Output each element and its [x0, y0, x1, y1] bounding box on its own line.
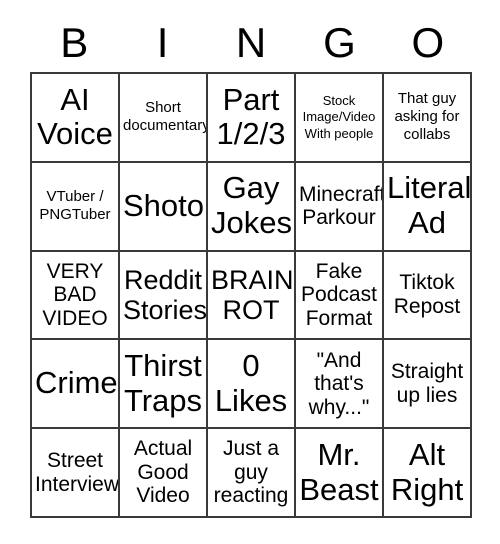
bingo-cell-label: BRAIN ROT: [211, 264, 294, 325]
bingo-cell-label: Tiktok Repost: [393, 271, 461, 318]
bingo-cell-label: Crime: [35, 365, 118, 401]
bingo-cell[interactable]: Tiktok Repost: [384, 251, 472, 341]
bingo-header-row: B I N G O: [30, 14, 472, 72]
bingo-header-letter-i: I: [156, 19, 169, 66]
bingo-cell-label: Thirst Traps: [123, 348, 203, 418]
bingo-header-letter-g: G: [323, 19, 356, 66]
bingo-cell-label: VTuber / PNGTuber: [39, 188, 111, 224]
bingo-cell[interactable]: That guy asking for collabs: [384, 74, 472, 163]
bingo-cell-label: Alt Right: [390, 436, 464, 507]
bingo-cell[interactable]: VTuber / PNGTuber: [32, 162, 120, 252]
bingo-header-letter-n: N: [235, 19, 267, 66]
bingo-cell[interactable]: Part 1/2/3: [208, 74, 296, 163]
bingo-cell-label: Reddit Stories: [123, 264, 208, 325]
bingo-cell[interactable]: Fake Podcast Format: [296, 251, 384, 341]
bingo-cell-label: AI Voice: [37, 81, 113, 152]
bingo-cell[interactable]: Short documentary: [120, 74, 208, 163]
bingo-cell[interactable]: Gay Jokes: [208, 162, 296, 252]
bingo-cell[interactable]: Reddit Stories: [120, 251, 208, 341]
bingo-cell-label: Actual Good Video: [133, 437, 193, 508]
bingo-cell-label: Just a guy reacting: [213, 437, 289, 508]
bingo-cell-label: Part 1/2/3: [216, 81, 286, 152]
bingo-cell-label: Literal Ad: [387, 170, 472, 241]
bingo-cell[interactable]: Thirst Traps: [120, 340, 208, 430]
bingo-cell[interactable]: Straight up lies: [384, 340, 472, 430]
bingo-cell[interactable]: Stock Image/Video With people: [296, 74, 384, 163]
bingo-cell[interactable]: 0 Likes: [208, 340, 296, 430]
bingo-grid: AI Voice Short documentary Part 1/2/3 St…: [30, 72, 472, 518]
bingo-cell[interactable]: "And that's why...": [296, 340, 384, 430]
bingo-cell[interactable]: VERY BAD VIDEO: [32, 251, 120, 341]
bingo-cell-label: Minecraft Parkour: [299, 182, 384, 230]
bingo-cell[interactable]: Just a guy reacting: [208, 429, 296, 518]
bingo-card: B I N G O AI Voice Short documentary Par…: [0, 0, 500, 544]
bingo-cell[interactable]: Crime: [32, 340, 120, 430]
bingo-cell-label: Fake Podcast Format: [301, 259, 377, 330]
bingo-header-letter-b: B: [60, 19, 89, 66]
bingo-cell[interactable]: Alt Right: [384, 429, 472, 518]
bingo-cell[interactable]: Actual Good Video: [120, 429, 208, 518]
bingo-cell-label: 0 Likes: [214, 348, 288, 418]
bingo-cell-label: Street Interview: [35, 449, 120, 496]
bingo-cell-label: Shoto: [123, 187, 205, 223]
bingo-cell-label: Short documentary: [123, 99, 208, 135]
bingo-cell-label: Stock Image/Video With people: [302, 93, 376, 141]
bingo-cell[interactable]: Mr. Beast: [296, 429, 384, 518]
bingo-cell[interactable]: BRAIN ROT: [208, 251, 296, 341]
bingo-cell-label: Mr. Beast: [299, 436, 379, 507]
bingo-cell-label: VERY BAD VIDEO: [42, 259, 108, 330]
bingo-cell[interactable]: Shoto: [120, 162, 208, 252]
bingo-header-letter-o: O: [411, 19, 445, 66]
bingo-cell-label: Gay Jokes: [211, 170, 292, 241]
bingo-cell-label: Straight up lies: [390, 360, 464, 407]
bingo-cell[interactable]: AI Voice: [32, 74, 120, 163]
bingo-cell[interactable]: Literal Ad: [384, 162, 472, 252]
bingo-cell[interactable]: Street Interview: [32, 429, 120, 518]
bingo-cell-label: That guy asking for collabs: [394, 90, 460, 144]
bingo-cell-label: "And that's why...": [308, 348, 370, 419]
bingo-cell[interactable]: Minecraft Parkour: [296, 162, 384, 252]
